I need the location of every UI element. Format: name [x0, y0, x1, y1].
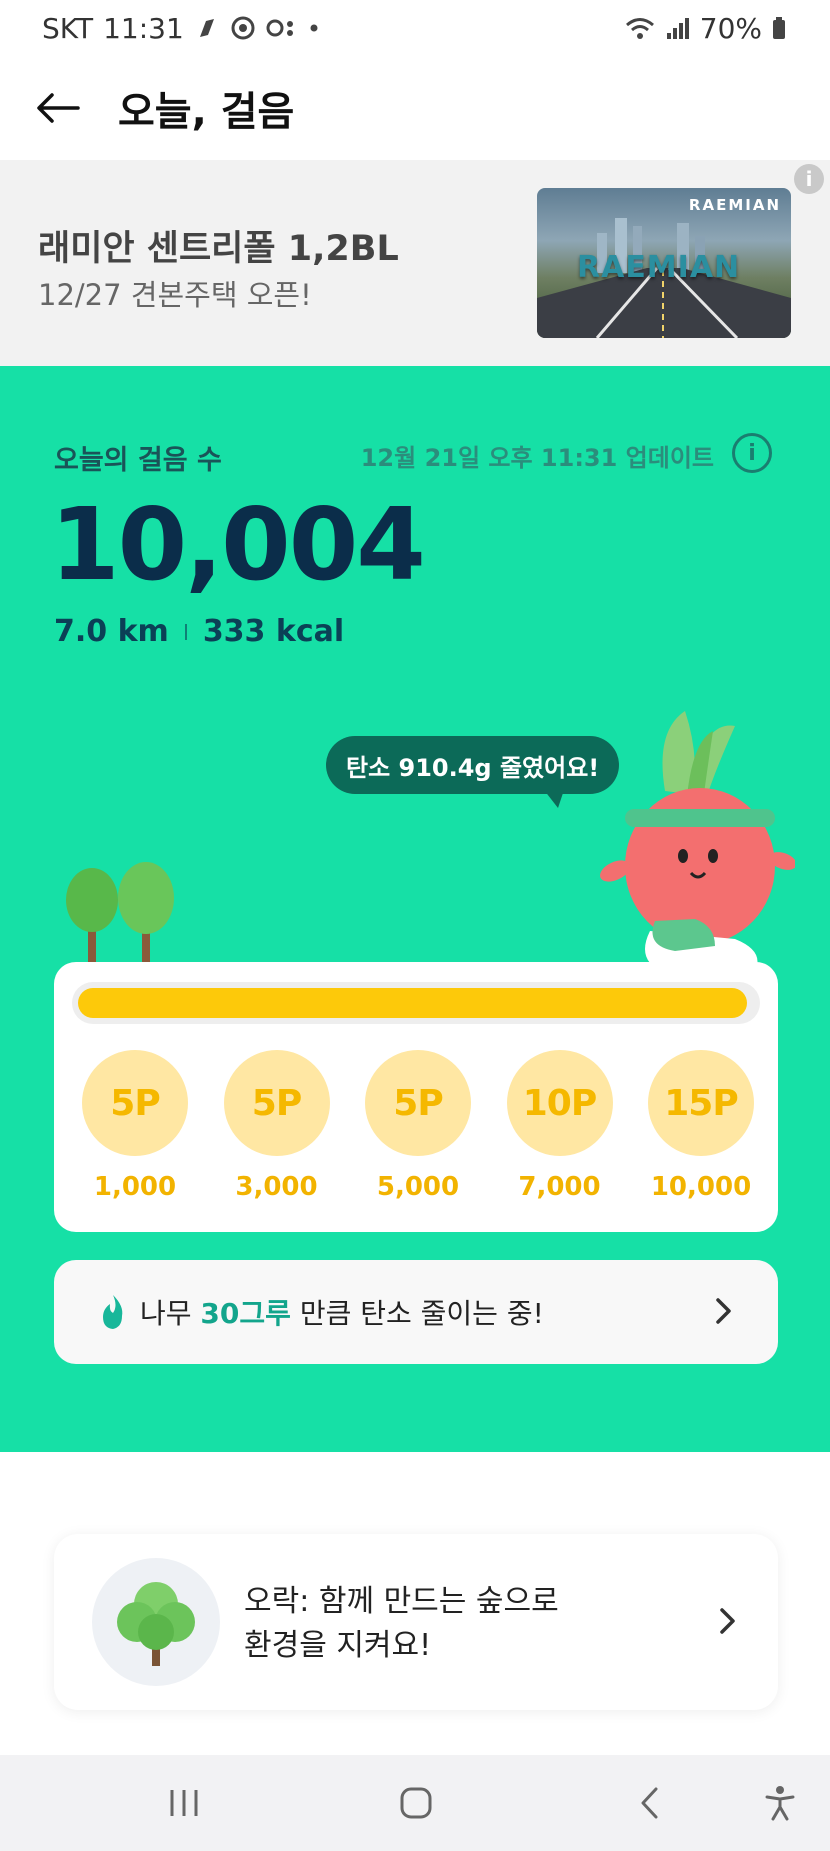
ad-overlay-word: RAEMIAN — [577, 250, 741, 285]
back-button[interactable] — [28, 78, 88, 138]
notification-icon — [199, 19, 214, 37]
settings-icon — [231, 16, 255, 40]
ad-brand: RAEMIAN — [688, 196, 781, 214]
home-icon — [400, 1787, 432, 1819]
battery-percent: 70% — [699, 11, 762, 45]
point-coin: 10P — [506, 1050, 613, 1156]
clock: 11:31 — [103, 11, 184, 45]
point-coin: 5P — [82, 1050, 188, 1156]
progress-card: 5P 1,000 5P 3,000 5P 5,000 10P 7,000 15P 10,000 — [54, 962, 778, 1232]
ad-subtitle: 12/27 견본주택 오픈! — [38, 278, 312, 312]
accessibility-button[interactable] — [760, 1783, 800, 1823]
accessibility-icon — [765, 1786, 795, 1821]
wifi-icon — [625, 18, 654, 39]
milestone-steps: 10,000 — [650, 1172, 752, 1202]
carbon-card[interactable]: 나무 30그루 만큼 탄소 줄이는 중! — [54, 1260, 778, 1364]
metric-divider — [184, 623, 187, 640]
app-screen: SKT 11:31 70% 오늘, 걸음 래미안 센트리폴 1,2BL 12/2… — [0, 0, 830, 1851]
forest-message: 오락: 함께 만드는 숲으로 환경을 지켜요! — [244, 1580, 559, 1668]
recent-apps-icon — [170, 1790, 198, 1816]
point-coin: 5P — [223, 1050, 330, 1156]
forest-line-1: 오락: 함께 만드는 숲으로 — [244, 1584, 559, 1619]
recent-apps-button[interactable] — [164, 1783, 204, 1823]
app-header: 오늘, 걸음 — [0, 62, 830, 154]
tree-count: 30그루 — [200, 1297, 291, 1330]
system-back-button[interactable] — [630, 1783, 670, 1823]
milestone-list: 5P 1,000 5P 3,000 5P 5,000 10P 7,000 15P 10,000 — [80, 1050, 756, 1202]
back-chevron-icon — [641, 1787, 658, 1819]
forest-line-2: 환경을 지켜요! — [244, 1628, 432, 1663]
forest-card[interactable]: 오락: 함께 만드는 숲으로 환경을 지켜요! — [54, 1534, 778, 1710]
trees-icon — [66, 862, 174, 962]
milestone[interactable]: 5P 5,000 — [363, 1050, 473, 1202]
ad-banner[interactable]: 래미안 센트리폴 1,2BL 12/27 견본주택 오픈! RAEMIAN RA… — [0, 160, 830, 366]
ad-info-icon[interactable]: i — [794, 164, 824, 194]
progress-track — [72, 982, 760, 1024]
distance-value: 7.0 km — [54, 614, 169, 649]
carbon-prefix: 나무 — [140, 1297, 201, 1330]
status-right: 70% — [624, 12, 786, 45]
milestone[interactable]: 10P 7,000 — [505, 1050, 615, 1202]
chevron-right-icon — [716, 1298, 731, 1324]
speech-bubble-tail — [544, 790, 564, 808]
home-button[interactable] — [396, 1783, 436, 1823]
status-bar: SKT 11:31 70% — [0, 0, 830, 56]
forest-icon-wrap — [92, 1558, 220, 1686]
page-title: 오늘, 걸음 — [118, 89, 295, 135]
milestone[interactable]: 5P 1,000 — [80, 1050, 190, 1202]
carbon-speech-bubble: 탄소 910.4g 줄였어요! — [326, 736, 620, 794]
milestone[interactable]: 5P 3,000 — [222, 1050, 332, 1202]
steps-count: 10,004 — [50, 486, 426, 603]
point-coin: 5P — [365, 1050, 471, 1156]
info-icon[interactable]: i — [732, 433, 772, 473]
carbon-message: 나무 30그루 만큼 탄소 줄이는 중! — [140, 1292, 544, 1332]
step-metrics: 7.0 km 333 kcal — [54, 614, 344, 649]
chevron-right-icon — [720, 1608, 735, 1634]
milestone[interactable]: 15P 10,000 — [646, 1050, 756, 1202]
battery-icon — [773, 17, 785, 39]
status-left: SKT 11:31 — [42, 12, 320, 45]
milestone-steps: 1,000 — [93, 1172, 177, 1202]
milestone-steps: 7,000 — [518, 1172, 601, 1202]
arrow-left-icon — [37, 93, 80, 123]
ad-title: 래미안 센트리폴 1,2BL — [38, 229, 399, 269]
ad-image: RAEMIAN RAEMIAN — [537, 188, 791, 338]
carbon-suffix: 만큼 탄소 줄이는 중! — [290, 1297, 544, 1330]
update-time: 12월 21일 오후 11:31 업데이트 — [360, 444, 714, 472]
signal-icon — [666, 18, 689, 39]
milestone-steps: 3,000 — [235, 1172, 318, 1202]
steps-label: 오늘의 걸음 수 — [54, 445, 222, 476]
system-nav-bar — [0, 1755, 830, 1851]
point-coin: 15P — [648, 1050, 754, 1156]
carrier-label: SKT — [42, 11, 94, 45]
progress-fill — [78, 988, 747, 1018]
more-dot-icon — [310, 24, 318, 32]
calories-value: 333 kcal — [202, 614, 345, 649]
steps-section: 오늘의 걸음 수 12월 21일 오후 11:31 업데이트 i 10,004 … — [0, 366, 830, 1452]
milestone-steps: 5,000 — [376, 1172, 460, 1202]
app-notification-icon — [266, 19, 293, 37]
tree-icon — [117, 1582, 195, 1666]
flame-icon — [103, 1295, 123, 1329]
radish-character — [600, 711, 795, 978]
